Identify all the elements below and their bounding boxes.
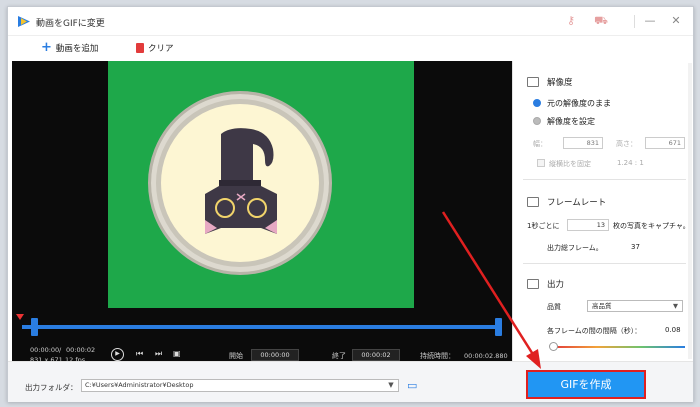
annotation-arrow	[441, 211, 541, 369]
app-window: 動画をGIFに変更 ⚷ ⛟ — ✕ + 動画を追加 クリア 00:00:00 /…	[7, 6, 694, 402]
